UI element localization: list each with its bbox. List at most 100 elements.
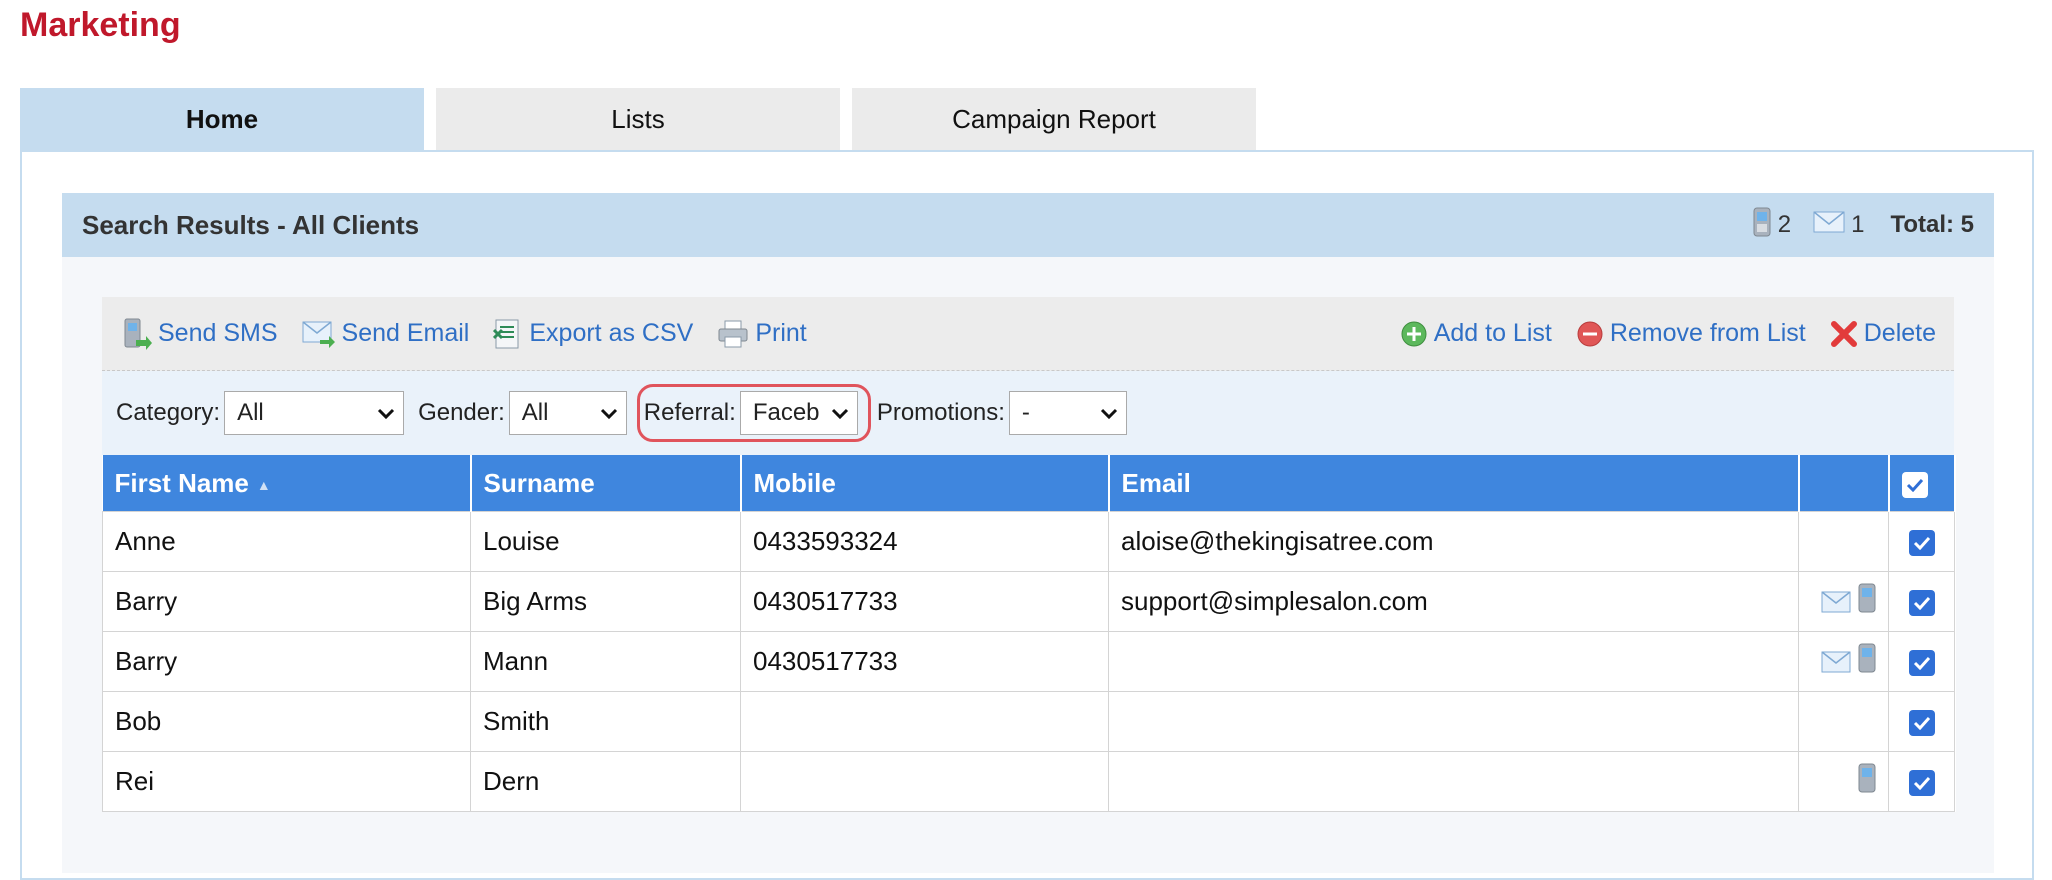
results-body: Send SMS Send Email Export as CSV Print … <box>102 297 1956 812</box>
referral-label: Referral: <box>643 399 736 426</box>
cell-email: aloise@thekingisatree.com <box>1108 511 1799 572</box>
cell-select <box>1888 631 1955 692</box>
cell-contact-icons <box>1798 631 1889 692</box>
email-icon <box>1821 649 1851 679</box>
export-csv-button[interactable]: Export as CSV <box>493 318 693 350</box>
phone-icon <box>1858 643 1876 679</box>
gender-label: Gender: <box>418 399 505 426</box>
send-sms-label: Send SMS <box>158 319 278 347</box>
cell-surname: Louise <box>470 511 741 572</box>
cell-mobile <box>740 691 1109 752</box>
add-to-list-label: Add to List <box>1433 319 1552 347</box>
delete-x-icon <box>1830 320 1858 348</box>
row-checkbox[interactable] <box>1908 650 1935 676</box>
column-header-surname[interactable]: Surname <box>470 455 742 512</box>
cell-contact-icons <box>1798 571 1889 632</box>
tab-lists[interactable]: Lists <box>436 88 840 150</box>
gender-select[interactable]: All <box>508 391 627 435</box>
promotions-value: - <box>1021 399 1030 426</box>
table-row[interactable]: Rei Dern <box>102 751 1955 812</box>
referral-filter-highlight: Referral: Faceb <box>636 384 871 442</box>
referral-select[interactable]: Faceb <box>739 391 858 435</box>
chevron-down-icon <box>831 399 849 427</box>
cell-surname: Smith <box>470 691 741 752</box>
cell-email <box>1108 751 1799 812</box>
column-header-contact-icons <box>1798 455 1890 512</box>
promotions-select[interactable]: - <box>1008 391 1127 435</box>
cell-mobile: 0430517733 <box>740 571 1109 632</box>
gender-value: All <box>521 399 549 426</box>
results-title: Search Results - All Clients <box>82 209 420 240</box>
phone-icon <box>1752 207 1772 244</box>
row-checkbox[interactable] <box>1908 770 1935 796</box>
cell-mobile: 0433593324 <box>740 511 1109 572</box>
tab-home[interactable]: Home <box>20 88 424 150</box>
category-select[interactable]: All <box>224 391 405 435</box>
add-to-list-button[interactable]: Add to List <box>1400 319 1552 348</box>
send-email-icon <box>302 320 336 348</box>
chevron-down-icon <box>377 399 395 427</box>
action-toolbar: Send SMS Send Email Export as CSV Print … <box>102 297 1954 371</box>
table-row[interactable]: Anne Louise 0433593324 aloise@thekingisa… <box>102 511 1955 572</box>
total-count: Total: 5 <box>1890 211 1974 238</box>
cell-email: support@simplesalon.com <box>1108 571 1799 632</box>
chevron-down-icon <box>600 399 618 427</box>
cell-select <box>1888 511 1955 572</box>
cell-first-name: Anne <box>102 511 471 572</box>
referral-value: Faceb <box>752 399 820 426</box>
export-csv-icon <box>493 318 523 350</box>
column-header-mobile[interactable]: Mobile <box>740 455 1110 512</box>
cell-first-name: Rei <box>102 751 471 812</box>
delete-label: Delete <box>1863 319 1936 347</box>
cell-surname: Dern <box>470 751 741 812</box>
promotions-label: Promotions: <box>876 399 1005 426</box>
cell-first-name: Barry <box>102 571 471 632</box>
results-header: Search Results - All Clients 2 1 Total: … <box>62 193 1994 257</box>
cell-contact-icons <box>1798 691 1889 752</box>
remove-from-list-button[interactable]: Remove from List <box>1576 319 1806 348</box>
table-row[interactable]: Barry Big Arms 0430517733 support@simple… <box>102 571 1955 632</box>
cell-first-name: Barry <box>102 631 471 692</box>
phone-icon <box>1858 763 1876 799</box>
page-title: Marketing <box>20 6 181 44</box>
sort-ascending-icon: ▲ <box>256 476 271 493</box>
filter-bar: Category: All Gender: All Referral: Face… <box>102 371 1954 455</box>
cell-email <box>1108 631 1799 692</box>
clients-table: First Name ▲ Surname Mobile Email Anne Lo… <box>102 455 1956 812</box>
phone-icon <box>1858 583 1876 619</box>
column-header-first-name[interactable]: First Name ▲ <box>102 455 472 512</box>
tab-campaign-report[interactable]: Campaign Report <box>852 88 1256 150</box>
send-sms-button[interactable]: Send SMS <box>122 318 278 350</box>
print-button[interactable]: Print <box>717 319 807 349</box>
row-checkbox[interactable] <box>1908 590 1935 616</box>
table-row[interactable]: Bob Smith <box>102 691 1955 752</box>
print-label: Print <box>755 319 807 347</box>
first-name-header-label: First Name <box>114 467 249 498</box>
cell-contact-icons <box>1798 751 1889 812</box>
cell-email <box>1108 691 1799 752</box>
row-checkbox[interactable] <box>1908 530 1935 556</box>
search-results-panel: Search Results - All Clients 2 1 Total: … <box>62 193 1994 873</box>
cell-select <box>1888 691 1955 752</box>
table-row[interactable]: Barry Mann 0430517733 <box>102 631 1955 692</box>
tab-bar: Home Lists Campaign Report <box>20 88 1268 150</box>
cell-select <box>1888 751 1955 812</box>
cell-select <box>1888 571 1955 632</box>
delete-button[interactable]: Delete <box>1830 319 1936 348</box>
row-checkbox[interactable] <box>1908 710 1935 736</box>
minus-circle-icon <box>1576 320 1604 348</box>
select-all-checkbox[interactable] <box>1901 471 1928 498</box>
email-icon <box>1813 210 1845 240</box>
cell-surname: Mann <box>470 631 741 692</box>
email-icon <box>1821 589 1851 619</box>
select-all-cell <box>1888 455 1956 512</box>
send-email-label: Send Email <box>341 319 470 347</box>
send-sms-icon <box>122 318 152 350</box>
toolbar-right: Add to List Remove from List Delete <box>1376 319 1936 348</box>
email-count: 1 <box>1851 211 1865 238</box>
remove-from-list-label: Remove from List <box>1609 319 1806 347</box>
send-email-button[interactable]: Send Email <box>302 319 470 348</box>
sms-count: 2 <box>1777 211 1792 238</box>
chevron-down-icon <box>1100 399 1118 427</box>
column-header-email[interactable]: Email <box>1108 455 1800 512</box>
